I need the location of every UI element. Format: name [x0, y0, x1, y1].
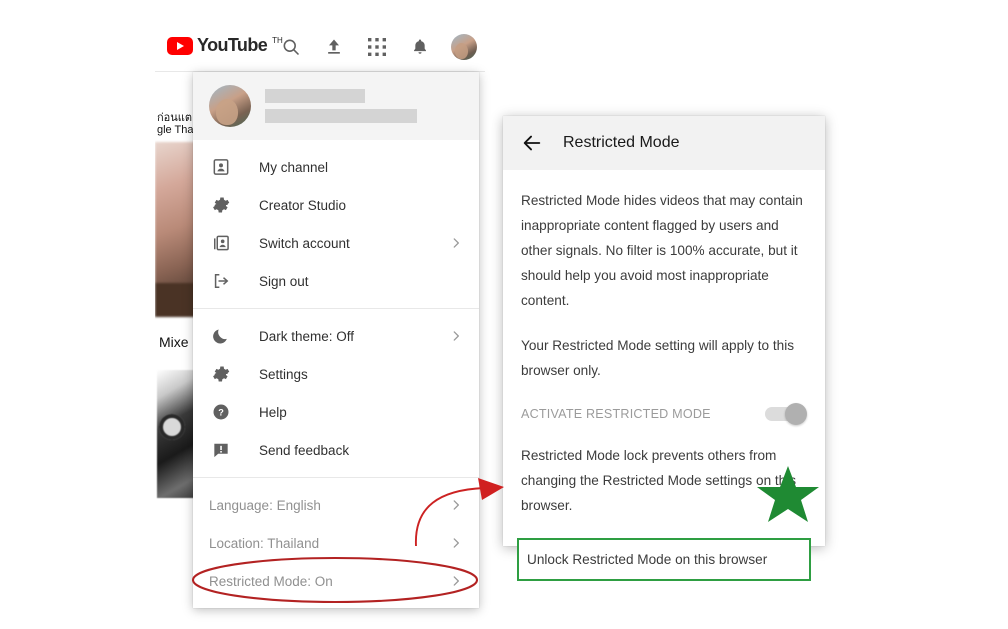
chevron-right-icon [449, 536, 463, 550]
notifications-bell-icon[interactable] [408, 35, 432, 59]
menu-item-my-channel[interactable]: My channel [193, 148, 479, 186]
menu-item-label: Help [259, 404, 287, 420]
sign-out-icon [209, 269, 233, 293]
chevron-right-icon [449, 498, 463, 512]
restricted-mode-panel: Restricted Mode Restricted Mode hides vi… [503, 116, 825, 581]
account-name-redacted [265, 89, 417, 123]
activate-restricted-mode-row[interactable]: ACTIVATE RESTRICTED MODE [521, 403, 807, 425]
menu-item-label: Switch account [259, 235, 350, 251]
feedback-icon [209, 438, 233, 462]
menu-item-help[interactable]: ? Help [193, 393, 479, 431]
account-dropdown-menu: My channel Creator Studio Switch account Si… [193, 72, 479, 608]
account-avatar [209, 85, 251, 127]
gear-icon [209, 362, 233, 386]
menu-item-label: Settings [259, 366, 308, 382]
restricted-mode-description: Restricted Mode hides videos that may co… [521, 193, 803, 308]
feed-mix-label: Mixe [159, 334, 189, 350]
menu-item-label: Location: Thailand [209, 535, 320, 551]
menu-item-send-feedback[interactable]: Send feedback [193, 431, 479, 469]
help-question-icon: ? [209, 400, 233, 424]
youtube-topbar: YouTube TH [155, 22, 485, 72]
menu-item-dark-theme-off[interactable]: Dark theme: Off [193, 317, 479, 355]
svg-text:?: ? [218, 408, 224, 418]
account-avatar[interactable] [451, 34, 477, 60]
menu-item-language-english[interactable]: Language: English [193, 486, 479, 524]
restricted-mode-header: Restricted Mode [503, 116, 825, 170]
chevron-right-icon [449, 236, 463, 250]
toggle-knob [785, 403, 807, 425]
apps-grid-icon[interactable] [365, 35, 389, 59]
account-menu-section: My channel Creator Studio Switch account Si… [193, 140, 479, 309]
menu-item-label: Send feedback [259, 442, 350, 458]
unlock-restricted-mode-button[interactable]: Unlock Restricted Mode on this browser [525, 542, 803, 577]
topbar-icon-group [279, 34, 477, 60]
menu-item-sign-out[interactable]: Sign out [193, 262, 479, 300]
menu-item-creator-studio[interactable]: Creator Studio [193, 186, 479, 224]
screenshot-root: YouTube TH ก่อนแต gle Tha Mixe My channe… [0, 0, 1008, 629]
activate-restricted-mode-toggle[interactable] [765, 403, 807, 425]
redaction-bar [265, 89, 365, 103]
restricted-mode-lock-note: Restricted Mode lock prevents others fro… [521, 448, 797, 513]
menu-item-label: Dark theme: Off [259, 328, 355, 344]
redaction-bar [265, 109, 417, 123]
moon-icon [209, 324, 233, 348]
youtube-wordmark: YouTube [197, 35, 268, 55]
panel-title: Restricted Mode [563, 134, 680, 151]
menu-item-label: Language: English [209, 497, 321, 513]
upload-icon[interactable] [322, 35, 346, 59]
restricted-mode-body: Restricted Mode hides videos that may co… [503, 170, 825, 581]
restricted-mode-browser-note: Your Restricted Mode setting will apply … [521, 338, 795, 378]
back-arrow-icon[interactable] [519, 130, 545, 156]
chevron-right-icon [449, 574, 463, 588]
chevron-right-icon [449, 329, 463, 343]
activate-restricted-mode-label: ACTIVATE RESTRICTED MODE [521, 407, 711, 421]
gear-icon [209, 193, 233, 217]
menu-item-location-thailand[interactable]: Location: Thailand [193, 524, 479, 562]
person-card-icon [209, 155, 233, 179]
menu-item-settings[interactable]: Settings [193, 355, 479, 393]
menu-item-label: My channel [259, 159, 329, 175]
youtube-play-icon [167, 37, 193, 55]
account-menu-section: Language: English Location: Thailand Restr… [193, 478, 479, 608]
menu-item-label: Sign out [259, 273, 309, 289]
unlock-highlight-box: Unlock Restricted Mode on this browser [517, 538, 811, 581]
account-menu-section: Dark theme: Off Settings? Help Send feedbac… [193, 309, 479, 478]
search-icon[interactable] [279, 35, 303, 59]
menu-item-label: Creator Studio [259, 197, 347, 213]
menu-item-label: Restricted Mode: On [209, 573, 333, 589]
account-menu-header [193, 72, 479, 140]
switch-account-icon [209, 231, 233, 255]
menu-item-restricted-mode-on[interactable]: Restricted Mode: On [193, 562, 479, 600]
menu-item-switch-account[interactable]: Switch account [193, 224, 479, 262]
youtube-logo[interactable]: YouTube TH [167, 36, 283, 55]
